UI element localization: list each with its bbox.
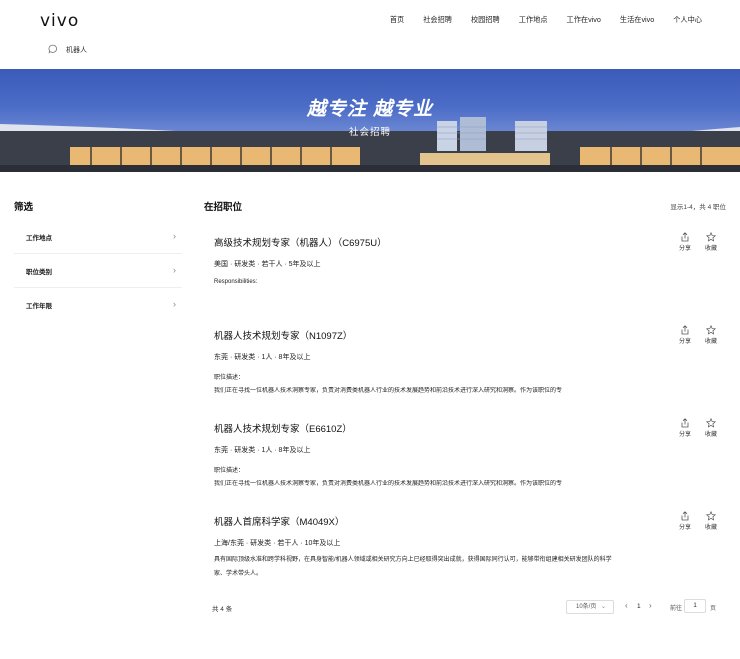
job-description: 具有国际顶级水准和跨学科视野，在具身智能/机器人领域或相关研究方向上已经取得突出… <box>214 557 612 577</box>
job-title[interactable]: 机器人首席科学家（M4049X） <box>214 514 724 528</box>
share-button[interactable]: 分享 <box>672 418 698 438</box>
search-input[interactable]: 机器人 <box>66 45 87 55</box>
banner-subtitle: 社会招聘 <box>348 127 391 138</box>
job-meta: 东莞 · 研发类 · 1人 · 8年及以上 <box>214 354 311 361</box>
nav-social-recruitment[interactable]: 社会招聘 <box>423 15 452 25</box>
collect-button[interactable]: 收藏 <box>698 232 724 252</box>
job-actions: 分享 收藏 <box>672 325 724 345</box>
page-size-value: 10条/页 <box>576 604 597 610</box>
page-size-select[interactable]: 10条/页 ⌄ <box>566 600 614 614</box>
filter-label: 职位类别 <box>26 269 52 276</box>
result-count: 显示1-4，共 4 职位 <box>670 204 726 211</box>
filter-job-category[interactable]: 职位类别 › <box>14 254 182 288</box>
share-button[interactable]: 分享 <box>672 325 698 345</box>
list-title: 在招职位 <box>204 202 243 213</box>
job-description-label: 职位描述： <box>214 468 245 474</box>
collect-label: 收藏 <box>704 432 717 438</box>
collect-label: 收藏 <box>704 339 717 345</box>
chevron-right-icon: › <box>173 265 176 275</box>
collect-label: 收藏 <box>704 246 717 252</box>
job-meta: 美国 · 研发类 · 若干人 · 5年及以上 <box>214 261 321 268</box>
nav-campus-recruitment[interactable]: 校园招聘 <box>471 15 500 25</box>
prev-page-button[interactable]: ‹ <box>625 601 628 610</box>
job-meta: 上海/东莞 · 研发类 · 若干人 · 10年及以上 <box>214 540 341 547</box>
nav-life-at-vivo[interactable]: 生活在vivo <box>620 15 654 25</box>
collect-button[interactable]: 收藏 <box>698 511 724 531</box>
main-nav: 首页 社会招聘 校园招聘 工作地点 工作在vivo 生活在vivo 个人中心 <box>371 15 702 25</box>
filter-work-location[interactable]: 工作地点 › <box>14 220 182 254</box>
job-card[interactable]: 机器人首席科学家（M4049X） 上海/东莞 · 研发类 · 若干人 · 10年… <box>214 511 724 581</box>
job-card[interactable]: 机器人技术规划专家（E6610Z） 东莞 · 研发类 · 1人 · 8年及以上 … <box>214 418 724 489</box>
nav-home[interactable]: 首页 <box>390 15 404 25</box>
filter-label: 工作年限 <box>26 303 52 310</box>
star-icon <box>706 511 716 521</box>
banner-title: 越专注 越专业 <box>306 99 434 120</box>
total-count: 共 4 条 <box>212 606 233 613</box>
share-button[interactable]: 分享 <box>672 511 698 531</box>
star-icon <box>706 232 716 242</box>
share-icon <box>681 232 689 242</box>
filter-work-experience[interactable]: 工作年限 › <box>14 288 182 322</box>
collect-button[interactable]: 收藏 <box>698 325 724 345</box>
goto-label: 前往 <box>670 606 683 612</box>
vivo-logo[interactable]: vivo <box>40 11 79 31</box>
chevron-right-icon: › <box>173 231 176 241</box>
nav-work-locations[interactable]: 工作地点 <box>519 15 548 25</box>
share-label: 分享 <box>678 339 691 345</box>
job-description: 我们正在寻找一位机器人技术洞察专家，负责对消费类机器人行业的技术发展趋势和前沿技… <box>214 481 563 487</box>
job-card[interactable]: 机器人技术规划专家（N1097Z） 东莞 · 研发类 · 1人 · 8年及以上 … <box>214 325 724 396</box>
goto-unit: 页 <box>710 606 717 612</box>
share-icon <box>681 418 689 428</box>
filter-label: 工作地点 <box>26 235 52 242</box>
job-actions: 分享 收藏 <box>672 418 724 438</box>
collect-button[interactable]: 收藏 <box>698 418 724 438</box>
star-icon <box>706 418 716 428</box>
share-button[interactable]: 分享 <box>672 232 698 252</box>
job-card[interactable]: 高级技术规划专家（机器人）（C6975U） 美国 · 研发类 · 若干人 · 5… <box>214 232 724 285</box>
job-title[interactable]: 机器人技术规划专家（E6610Z） <box>214 421 724 435</box>
job-title[interactable]: 机器人技术规划专家（N1097Z） <box>214 328 724 342</box>
job-description-label: 职位描述： <box>214 375 245 381</box>
search-bar[interactable]: 机器人 <box>48 44 87 55</box>
share-label: 分享 <box>678 246 691 252</box>
job-meta: 东莞 · 研发类 · 1人 · 8年及以上 <box>214 447 311 454</box>
job-description-label: Responsibilities: <box>214 279 258 285</box>
nav-personal-center[interactable]: 个人中心 <box>673 15 702 25</box>
job-description: 我们正在寻找一位机器人技术洞察专家，负责对消费类机器人行业的技术发展趋势和前沿技… <box>214 388 563 394</box>
search-icon[interactable] <box>48 44 59 55</box>
filter-title: 筛选 <box>14 202 34 213</box>
share-icon <box>681 325 689 335</box>
header: vivo 首页 社会招聘 校园招聘 工作地点 工作在vivo 生活在vivo 个… <box>0 0 740 69</box>
goto-page-input[interactable]: 1 <box>684 599 706 613</box>
collect-label: 收藏 <box>704 525 717 531</box>
hero-banner: 越专注 越专业 社会招聘 <box>0 69 740 172</box>
share-icon <box>681 511 689 521</box>
star-icon <box>706 325 716 335</box>
job-actions: 分享 收藏 <box>672 232 724 252</box>
page-number-current[interactable]: 1 <box>637 603 641 610</box>
share-label: 分享 <box>678 525 691 531</box>
chevron-down-icon: ⌄ <box>600 604 606 610</box>
chevron-right-icon: › <box>173 299 176 309</box>
share-label: 分享 <box>678 432 691 438</box>
job-title[interactable]: 高级技术规划专家（机器人）（C6975U） <box>214 235 724 249</box>
nav-work-at-vivo[interactable]: 工作在vivo <box>567 15 601 25</box>
next-page-button[interactable]: › <box>649 601 652 610</box>
job-actions: 分享 收藏 <box>672 511 724 531</box>
